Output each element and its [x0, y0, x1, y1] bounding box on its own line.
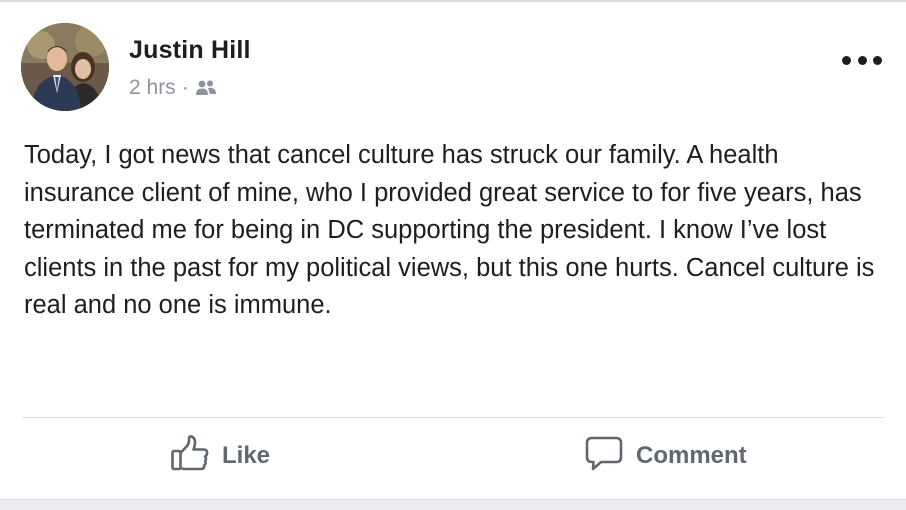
ellipsis-icon: [842, 55, 851, 65]
ellipsis-icon: [857, 55, 867, 65]
like-label: Like: [222, 442, 271, 469]
divider: [22, 417, 884, 418]
top-border: [0, 0, 906, 2]
comment-label: Comment: [636, 442, 747, 469]
author-name[interactable]: Justin Hill: [129, 36, 251, 65]
timestamp[interactable]: 2 hrs: [129, 76, 176, 100]
ellipsis-icon: [873, 55, 882, 65]
post-meta: 2 hrs ·: [129, 76, 217, 100]
thumbs-up-icon: [170, 434, 210, 479]
facebook-post: Justin Hill 2 hrs · Today, I got news th…: [0, 0, 906, 510]
friends-icon[interactable]: [195, 79, 217, 97]
more-options-button[interactable]: [842, 52, 882, 68]
comment-button[interactable]: Comment: [584, 432, 747, 480]
post-text: Today, I got news that cancel culture ha…: [24, 141, 875, 319]
like-button[interactable]: Like: [170, 432, 270, 480]
speech-bubble-icon: [584, 434, 624, 479]
profile-photo-icon: [21, 23, 109, 111]
avatar[interactable]: [21, 23, 109, 111]
separator: ·: [181, 76, 189, 99]
bottom-border: [0, 499, 906, 510]
